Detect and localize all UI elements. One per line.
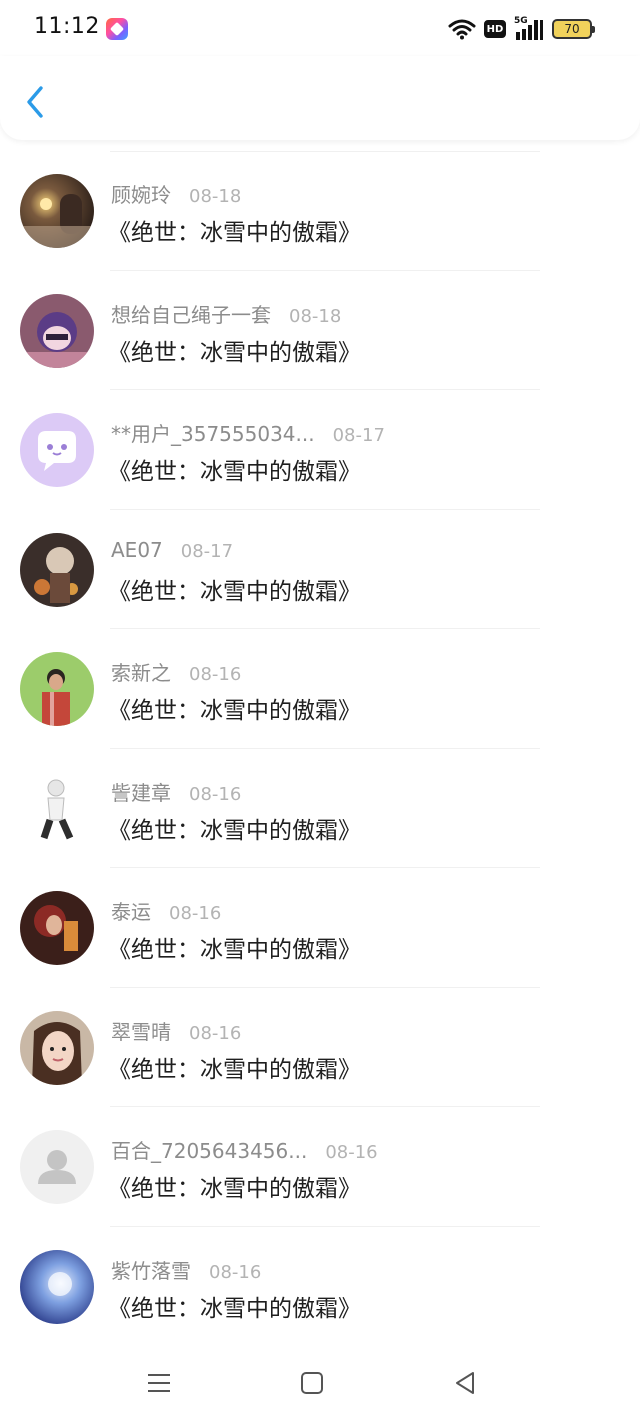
book-title[interactable]: 《绝世：冰雪中的傲霜》 — [108, 1289, 361, 1323]
system-back-button[interactable] — [450, 1368, 480, 1398]
app-badge-icon — [106, 18, 128, 40]
book-title[interactable]: 《绝世：冰雪中的傲霜》 — [108, 811, 361, 845]
avatar[interactable] — [20, 1249, 94, 1324]
user-name[interactable]: 紫竹落雪 — [111, 1255, 191, 1284]
user-list: 顾婉玲 08-18 《绝世：冰雪中的傲霜》 想给自己绳子一套 08-18 《绝世… — [0, 151, 640, 1346]
avatar[interactable] — [20, 771, 94, 846]
network-type: 5G — [514, 16, 528, 26]
avatar[interactable] — [20, 652, 94, 726]
item-date: 08-17 — [180, 540, 234, 562]
list-item[interactable]: AE07 08-17 《绝世：冰雪中的傲霜》 — [0, 510, 640, 629]
item-date: 08-18 — [289, 305, 342, 327]
user-name[interactable]: 想给自己绳子一套 — [111, 299, 271, 328]
back-button[interactable] — [18, 82, 52, 122]
item-meta: 想给自己绳子一套 08-18 — [111, 299, 341, 327]
item-meta: **用户_357555034... 08-17 — [111, 418, 385, 446]
list-item[interactable]: 訾建章 08-16 《绝世：冰雪中的傲霜》 — [0, 749, 640, 868]
wifi-icon — [448, 19, 476, 40]
item-date: 08-16 — [189, 1022, 242, 1044]
list-item[interactable]: 索新之 08-16 《绝世：冰雪中的傲霜》 — [0, 629, 640, 749]
user-name[interactable]: **用户_357555034... — [111, 418, 315, 447]
item-date: 08-18 — [189, 186, 242, 207]
avatar[interactable] — [20, 1010, 94, 1085]
status-bar: 11:12 HD 5G 70 — [0, 0, 640, 56]
book-title[interactable]: 《绝世：冰雪中的傲霜》 — [108, 1169, 361, 1203]
avatar[interactable] — [20, 532, 94, 607]
item-meta: AE07 08-17 — [111, 538, 233, 566]
user-name[interactable]: 翠雪晴 — [111, 1016, 171, 1045]
list-item[interactable]: 泰运 08-16 《绝世：冰雪中的傲霜》 — [0, 868, 640, 988]
user-name[interactable]: 索新之 — [111, 657, 171, 686]
system-nav-bar — [0, 1342, 640, 1422]
battery-icon: 70 — [552, 19, 595, 39]
list-item[interactable]: 顾婉玲 08-18 《绝世：冰雪中的傲霜》 — [0, 151, 640, 271]
status-indicators: HD 5G 70 — [448, 16, 595, 42]
item-meta: 顾婉玲 08-18 — [111, 179, 241, 207]
home-button[interactable] — [297, 1368, 327, 1398]
user-name[interactable]: 泰运 — [111, 896, 151, 925]
menu-icon — [148, 1374, 170, 1392]
item-date: 08-16 — [325, 1142, 378, 1163]
item-meta: 訾建章 08-16 — [111, 777, 241, 805]
item-meta: 百合_7205643456... 08-16 — [111, 1135, 378, 1163]
status-time: 11:12 — [34, 14, 100, 39]
avatar[interactable] — [20, 413, 94, 487]
book-title[interactable]: 《绝世：冰雪中的傲霜》 — [108, 452, 361, 486]
item-meta: 泰运 08-16 — [111, 896, 221, 924]
hd-icon: HD — [484, 20, 506, 38]
item-date: 08-17 — [332, 425, 385, 446]
user-name[interactable]: 百合_7205643456... — [111, 1135, 307, 1164]
user-name[interactable]: AE07 — [111, 538, 163, 562]
item-date: 08-16 — [189, 664, 242, 685]
book-title[interactable]: 《绝世：冰雪中的傲霜》 — [108, 930, 361, 964]
item-date: 08-16 — [209, 1261, 262, 1283]
user-name[interactable]: 顾婉玲 — [111, 179, 171, 208]
avatar[interactable] — [20, 174, 94, 248]
avatar[interactable] — [20, 1130, 94, 1204]
back-triangle-icon — [456, 1372, 474, 1394]
signal-icon: 5G — [514, 16, 544, 40]
home-square-icon — [301, 1372, 323, 1394]
book-title[interactable]: 《绝世：冰雪中的傲霜》 — [108, 691, 361, 725]
list-item[interactable]: 翠雪晴 08-16 《绝世：冰雪中的傲霜》 — [0, 988, 640, 1107]
item-date: 08-16 — [169, 903, 222, 924]
list-item[interactable]: 紫竹落雪 08-16 《绝世：冰雪中的傲霜》 — [0, 1227, 640, 1347]
avatar[interactable] — [20, 293, 94, 368]
book-title[interactable]: 《绝世：冰雪中的傲霜》 — [108, 1050, 361, 1084]
book-title[interactable]: 《绝世：冰雪中的傲霜》 — [108, 333, 361, 367]
menu-button[interactable] — [144, 1368, 174, 1398]
avatar[interactable] — [20, 891, 94, 965]
default-person-icon — [20, 1130, 94, 1204]
chevron-left-icon — [27, 86, 43, 118]
item-meta: 翠雪晴 08-16 — [111, 1016, 241, 1044]
list-item[interactable]: **用户_357555034... 08-17 《绝世：冰雪中的傲霜》 — [0, 390, 640, 510]
list-item[interactable]: 百合_7205643456... 08-16 《绝世：冰雪中的傲霜》 — [0, 1107, 640, 1227]
user-name[interactable]: 訾建章 — [111, 777, 171, 806]
item-meta: 紫竹落雪 08-16 — [111, 1255, 261, 1283]
top-nav-bar — [0, 56, 640, 140]
item-meta: 索新之 08-16 — [111, 657, 241, 685]
item-date: 08-16 — [189, 783, 242, 805]
book-title[interactable]: 《绝世：冰雪中的傲霜》 — [108, 572, 361, 606]
list-item[interactable]: 想给自己绳子一套 08-18 《绝世：冰雪中的傲霜》 — [0, 271, 640, 390]
book-title[interactable]: 《绝世：冰雪中的傲霜》 — [108, 213, 361, 247]
